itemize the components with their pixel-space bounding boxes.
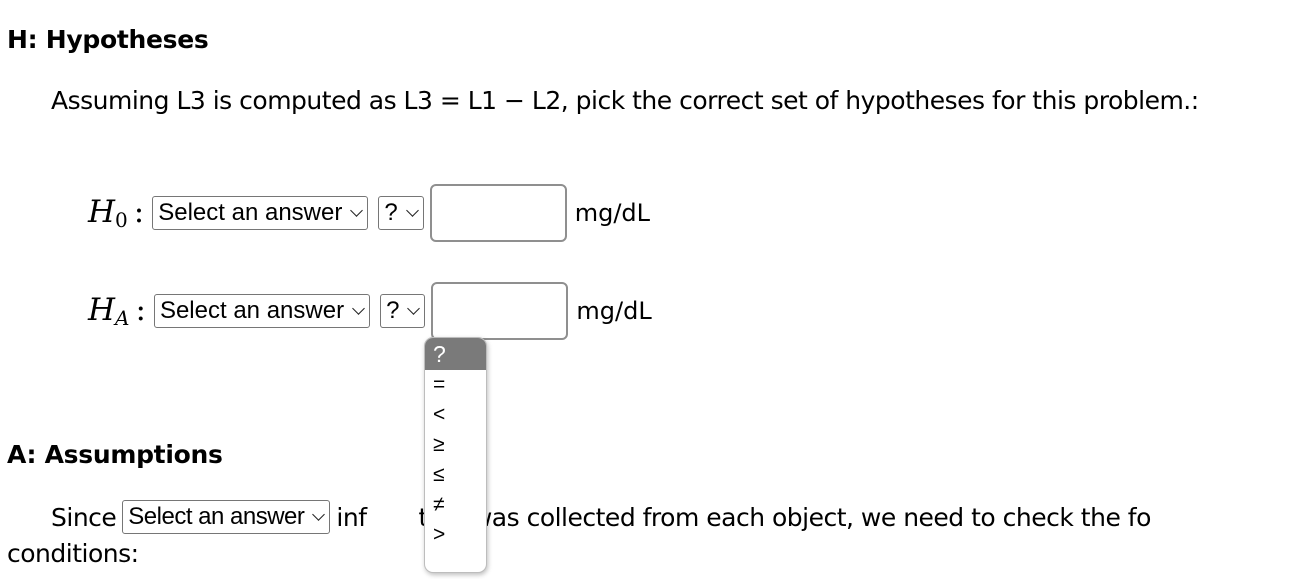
- information-text-start: inf: [336, 503, 367, 532]
- operator-dropdown-list[interactable]: ? = < ≥ ≤ ≠ >: [424, 337, 487, 573]
- null-value-input[interactable]: [429, 184, 567, 242]
- null-hypothesis-label: H0:: [88, 194, 145, 232]
- dropdown-option[interactable]: ≠: [425, 490, 486, 520]
- chevron-down-icon: [350, 203, 364, 217]
- chevron-down-icon: [352, 301, 365, 315]
- dropdown-option[interactable]: >: [425, 520, 486, 550]
- alternative-hypothesis-label: HA:: [88, 292, 146, 330]
- dropdown-option[interactable]: =: [425, 370, 486, 400]
- alternative-parameter-select[interactable]: Select an answer: [153, 294, 371, 328]
- select-value: Select an answer: [159, 297, 345, 324]
- chevron-down-icon: [405, 203, 419, 217]
- alternative-hypothesis-row: HA: Select an answer ? mg/dL: [88, 281, 652, 341]
- assumptions-select[interactable]: Select an answer: [122, 500, 331, 534]
- null-operator-select[interactable]: ?: [378, 196, 424, 230]
- null-parameter-select[interactable]: Select an answer: [152, 196, 369, 230]
- dropdown-option[interactable]: ?: [425, 338, 486, 370]
- select-value: ?: [386, 297, 400, 324]
- since-text: Since: [51, 503, 117, 532]
- chevron-down-icon: [407, 301, 421, 315]
- dropdown-option[interactable]: ≤: [425, 460, 486, 490]
- select-value: ?: [384, 199, 398, 226]
- alternative-unit-label: mg/dL: [576, 297, 652, 325]
- alternative-operator-select[interactable]: ?: [380, 294, 426, 328]
- null-hypothesis-row: H0: Select an answer ? mg/dL: [88, 183, 650, 243]
- hypotheses-heading: H: Hypotheses: [7, 25, 209, 54]
- assumptions-heading: A: Assumptions: [7, 440, 223, 469]
- dropdown-option[interactable]: <: [425, 400, 486, 430]
- select-value: Select an answer: [158, 199, 343, 226]
- conditions-text: conditions:: [7, 539, 139, 568]
- dropdown-option[interactable]: ≥: [425, 430, 486, 460]
- hypotheses-prompt: Assuming L3 is computed as L3 = L1 − L2,…: [51, 86, 1199, 115]
- null-unit-label: mg/dL: [574, 199, 651, 227]
- chevron-down-icon: [312, 507, 326, 521]
- alternative-value-input[interactable]: [431, 282, 569, 340]
- assumptions-sentence: Since Select an answer inf tion was collect…: [51, 500, 1152, 536]
- information-text-rest: tion was collected from each object, we …: [418, 503, 1152, 532]
- select-value: Select an answer: [128, 503, 305, 530]
